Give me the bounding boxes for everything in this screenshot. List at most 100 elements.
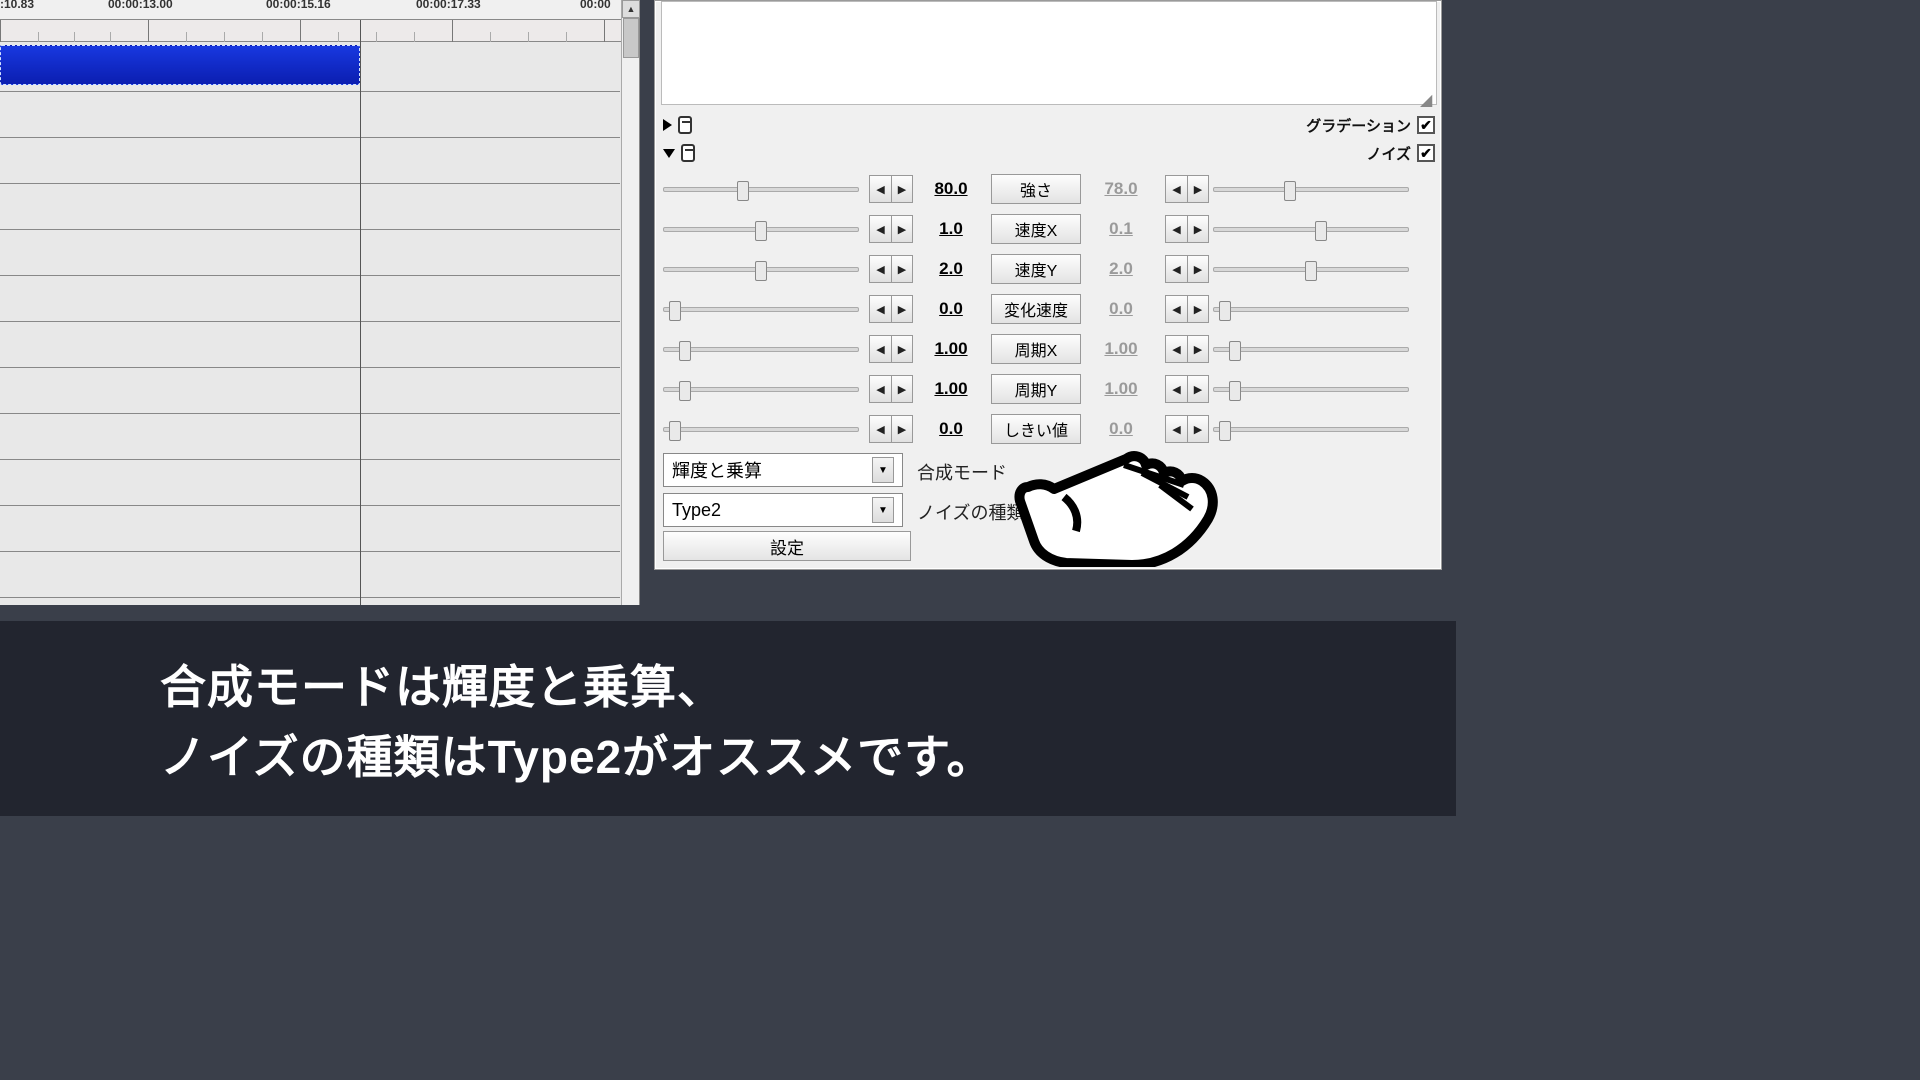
param-slider-left[interactable] (663, 257, 859, 281)
step-down-icon[interactable]: ◀ (1165, 335, 1187, 363)
timeline-track[interactable] (0, 506, 620, 552)
timeline-track[interactable] (0, 92, 620, 138)
timeline-track[interactable] (0, 322, 620, 368)
param-stepper-right[interactable]: ◀▶ (1165, 175, 1209, 203)
scroll-thumb[interactable] (623, 18, 639, 58)
param-value-right[interactable]: 1.00 (1093, 379, 1149, 399)
param-slider-right[interactable] (1213, 217, 1409, 241)
step-up-icon[interactable]: ▶ (891, 335, 913, 363)
step-up-icon[interactable]: ▶ (891, 295, 913, 323)
step-up-icon[interactable]: ▶ (1187, 215, 1209, 243)
param-slider-right[interactable] (1213, 417, 1409, 441)
step-up-icon[interactable]: ▶ (1187, 415, 1209, 443)
param-value-right[interactable]: 78.0 (1093, 179, 1149, 199)
param-slider-left[interactable] (663, 417, 859, 441)
step-up-icon[interactable]: ▶ (1187, 375, 1209, 403)
param-name-button[interactable]: 強さ (991, 174, 1081, 204)
filter-checkbox[interactable]: ✔ (1417, 116, 1435, 134)
collapse-icon[interactable] (663, 149, 675, 158)
param-name-button[interactable]: 周期Y (991, 374, 1081, 404)
timeline-track[interactable] (0, 368, 620, 414)
param-slider-left[interactable] (663, 297, 859, 321)
noise-type-select[interactable]: Type2 ▼ (663, 493, 903, 527)
param-slider-left[interactable] (663, 217, 859, 241)
timeline-track[interactable] (0, 230, 620, 276)
param-stepper-right[interactable]: ◀▶ (1165, 215, 1209, 243)
step-down-icon[interactable]: ◀ (869, 255, 891, 283)
step-up-icon[interactable]: ▶ (891, 255, 913, 283)
expand-icon[interactable] (663, 119, 672, 131)
scroll-up-icon[interactable]: ▲ (622, 0, 640, 18)
param-value-right[interactable]: 0.0 (1093, 419, 1149, 439)
param-value-right[interactable]: 0.0 (1093, 299, 1149, 319)
step-up-icon[interactable]: ▶ (891, 375, 913, 403)
step-down-icon[interactable]: ◀ (1165, 375, 1187, 403)
timeline-track[interactable] (0, 414, 620, 460)
step-up-icon[interactable]: ▶ (1187, 175, 1209, 203)
timeline-track[interactable] (0, 138, 620, 184)
param-slider-left[interactable] (663, 177, 859, 201)
timeline-ruler[interactable]: :10.83 00:00:13.00 00:00:15.16 00:00:17.… (0, 0, 639, 20)
param-stepper-right[interactable]: ◀▶ (1165, 415, 1209, 443)
param-value-right[interactable]: 2.0 (1093, 259, 1149, 279)
param-slider-left[interactable] (663, 337, 859, 361)
step-down-icon[interactable]: ◀ (869, 295, 891, 323)
step-down-icon[interactable]: ◀ (869, 215, 891, 243)
param-slider-right[interactable] (1213, 177, 1409, 201)
param-stepper-left[interactable]: ◀▶ (869, 295, 913, 323)
step-up-icon[interactable]: ▶ (891, 415, 913, 443)
param-stepper-left[interactable]: ◀▶ (869, 375, 913, 403)
param-stepper-right[interactable]: ◀▶ (1165, 335, 1209, 363)
step-up-icon[interactable]: ▶ (1187, 335, 1209, 363)
filter-header-gradation[interactable]: グラデーション ✔ (663, 113, 1435, 137)
param-stepper-left[interactable]: ◀▶ (869, 415, 913, 443)
param-name-button[interactable]: 速度Y (991, 254, 1081, 284)
param-name-button[interactable]: 変化速度 (991, 294, 1081, 324)
param-value-left[interactable]: 1.00 (923, 379, 979, 399)
param-slider-right[interactable] (1213, 297, 1409, 321)
param-stepper-right[interactable]: ◀▶ (1165, 375, 1209, 403)
param-value-right[interactable]: 1.00 (1093, 339, 1149, 359)
step-down-icon[interactable]: ◀ (869, 175, 891, 203)
param-slider-left[interactable] (663, 377, 859, 401)
step-down-icon[interactable]: ◀ (1165, 415, 1187, 443)
timeline-track[interactable] (0, 460, 620, 506)
param-value-left[interactable]: 0.0 (923, 299, 979, 319)
param-stepper-left[interactable]: ◀▶ (869, 215, 913, 243)
step-down-icon[interactable]: ◀ (869, 415, 891, 443)
param-name-button[interactable]: 速度X (991, 214, 1081, 244)
param-value-left[interactable]: 0.0 (923, 419, 979, 439)
param-value-right[interactable]: 0.1 (1093, 219, 1149, 239)
timeline-vscroll[interactable]: ▲ (621, 0, 639, 605)
param-value-left[interactable]: 1.00 (923, 339, 979, 359)
step-up-icon[interactable]: ▶ (891, 215, 913, 243)
playhead[interactable] (360, 20, 361, 605)
param-slider-right[interactable] (1213, 337, 1409, 361)
param-value-left[interactable]: 2.0 (923, 259, 979, 279)
timeline-track[interactable] (0, 184, 620, 230)
step-down-icon[interactable]: ◀ (869, 375, 891, 403)
step-down-icon[interactable]: ◀ (1165, 215, 1187, 243)
blend-mode-select[interactable]: 輝度と乗算 ▼ (663, 453, 903, 487)
timeline-track[interactable] (0, 42, 620, 92)
param-stepper-left[interactable]: ◀▶ (869, 335, 913, 363)
param-name-button[interactable]: 周期X (991, 334, 1081, 364)
step-down-icon[interactable]: ◀ (869, 335, 891, 363)
param-name-button[interactable]: しきい値 (991, 414, 1081, 444)
param-value-left[interactable]: 1.0 (923, 219, 979, 239)
filter-checkbox[interactable]: ✔ (1417, 144, 1435, 162)
timeline-clip[interactable] (0, 45, 360, 85)
param-slider-right[interactable] (1213, 377, 1409, 401)
param-stepper-left[interactable]: ◀▶ (869, 175, 913, 203)
step-down-icon[interactable]: ◀ (1165, 175, 1187, 203)
param-stepper-right[interactable]: ◀▶ (1165, 255, 1209, 283)
step-down-icon[interactable]: ◀ (1165, 295, 1187, 323)
param-stepper-right[interactable]: ◀▶ (1165, 295, 1209, 323)
timeline-track[interactable] (0, 552, 620, 598)
step-up-icon[interactable]: ▶ (1187, 295, 1209, 323)
step-up-icon[interactable]: ▶ (891, 175, 913, 203)
timeline-track[interactable] (0, 276, 620, 322)
step-down-icon[interactable]: ◀ (1165, 255, 1187, 283)
param-value-left[interactable]: 80.0 (923, 179, 979, 199)
settings-button[interactable]: 設定 (663, 531, 911, 561)
